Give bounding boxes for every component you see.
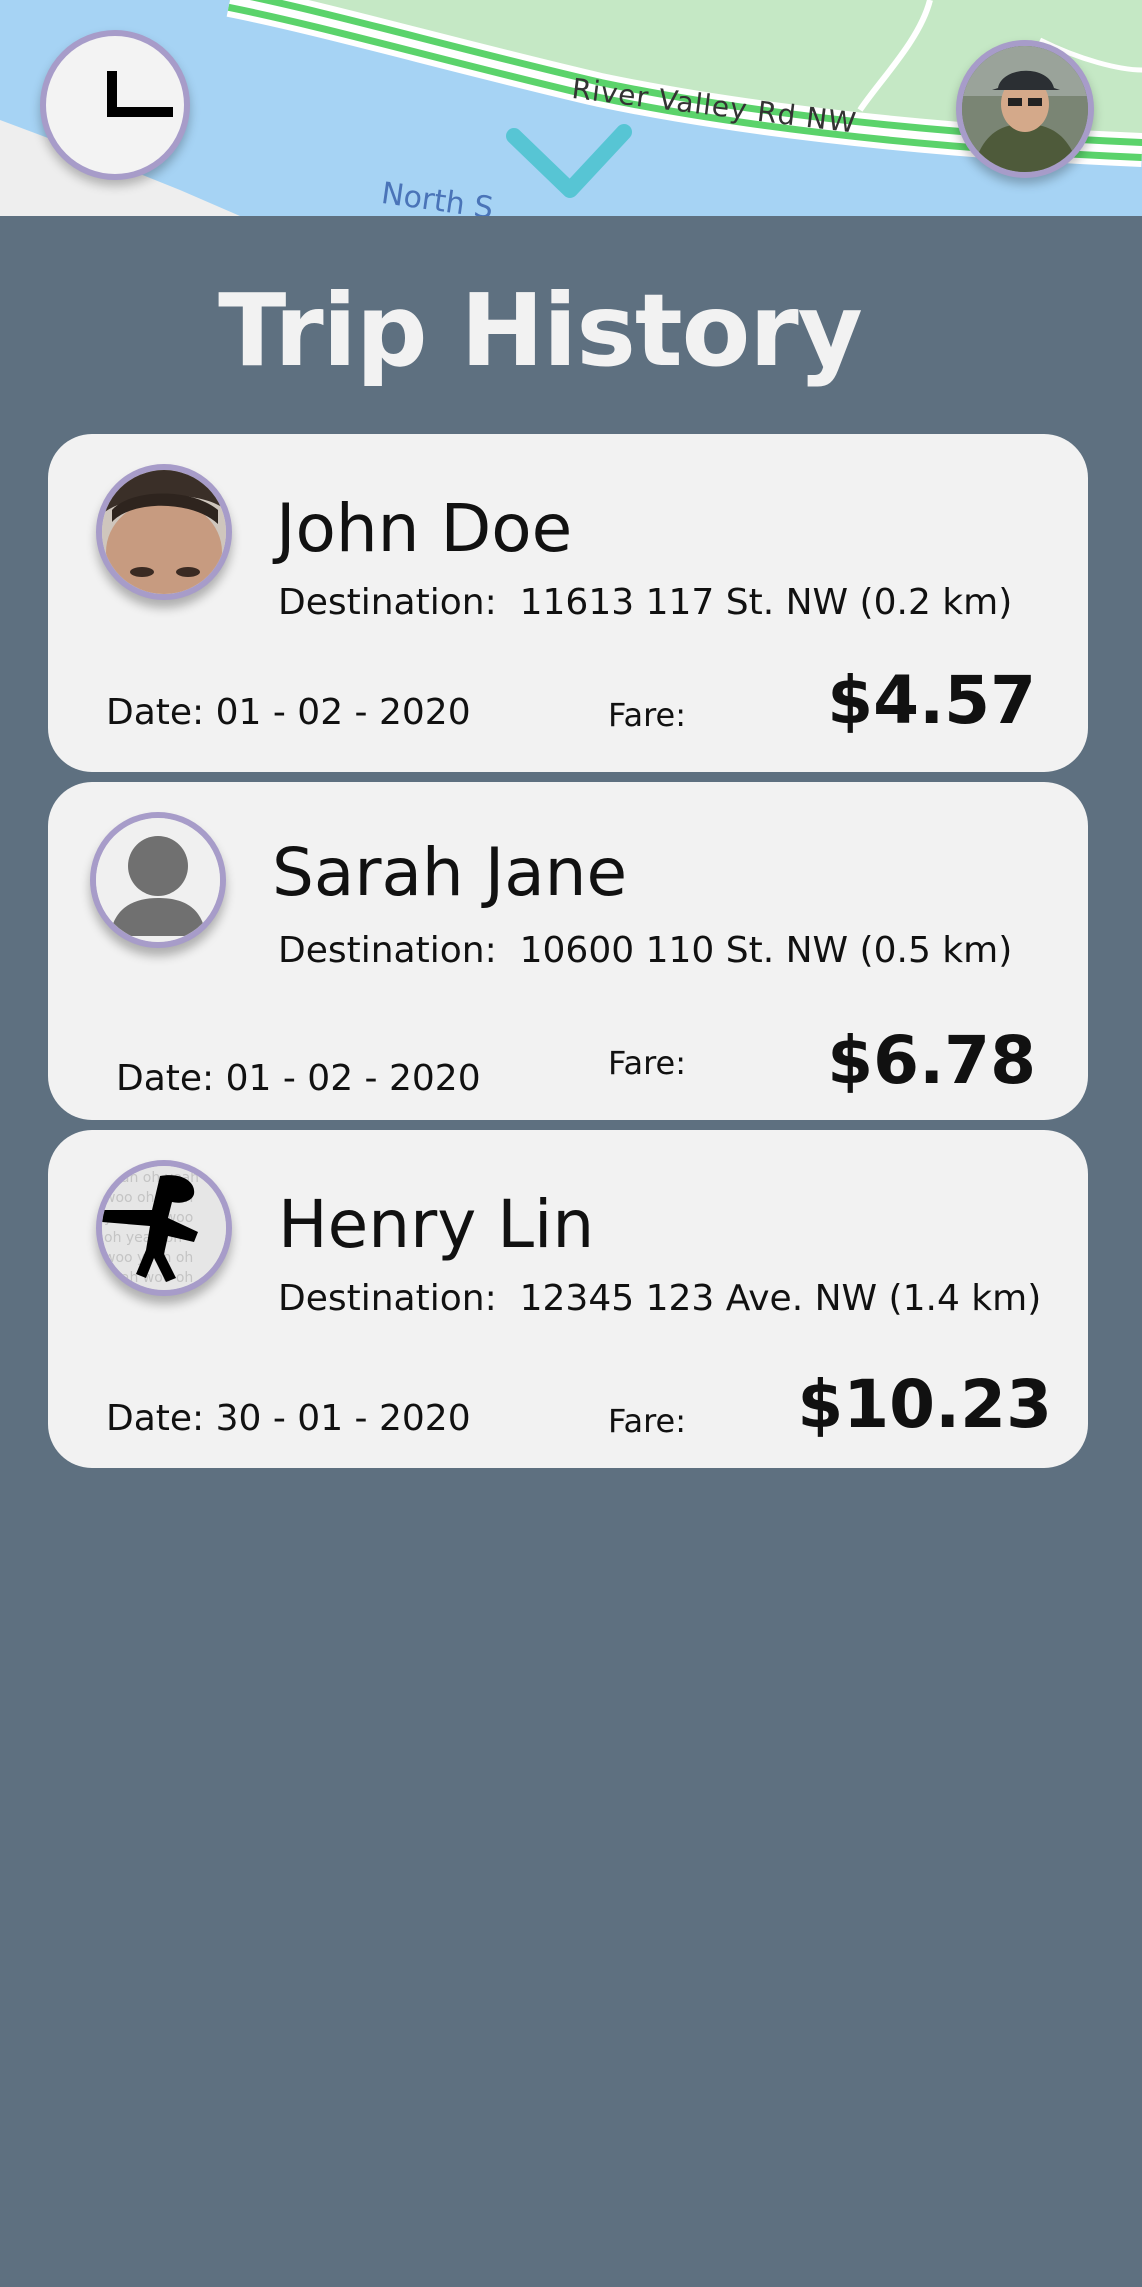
destination-address: 12345 123 Ave. NW (1.4 km) — [519, 1278, 1042, 1319]
destination-text: Destination: 10600 110 St. NW (0.5 km) — [278, 930, 1012, 971]
trip-date: Date: 01 - 02 - 2020 — [106, 692, 471, 733]
destination-text: Destination: 12345 123 Ave. NW (1.4 km) — [278, 1278, 1041, 1319]
destination-address: 11613 117 St. NW (0.2 km) — [519, 582, 1013, 623]
fare-label: Fare: — [608, 696, 686, 734]
page-title: Trip History — [218, 272, 863, 389]
rider-avatar — [96, 464, 232, 600]
collapse-button[interactable] — [500, 118, 640, 208]
rider-avatar — [90, 812, 226, 948]
rider-avatar: yeah oh yeah woo oh yeah yeah oh woo oh … — [96, 1160, 232, 1296]
clock-icon — [107, 71, 173, 117]
fare-label: Fare: — [608, 1044, 686, 1082]
history-button[interactable] — [40, 30, 190, 180]
rider-name: John Doe — [276, 490, 573, 567]
trip-card[interactable]: yeah oh yeah woo oh yeah yeah oh woo oh … — [48, 1130, 1088, 1468]
stick-figure-icon: yeah oh yeah woo oh yeah yeah oh woo oh … — [102, 1166, 226, 1290]
fare-amount: $6.78 — [827, 1022, 1036, 1099]
rider-name: Henry Lin — [278, 1186, 595, 1263]
rider-photo-icon — [102, 470, 226, 594]
trip-card[interactable]: John Doe Destination: 11613 117 St. NW (… — [48, 434, 1088, 772]
destination-label: Destination: — [278, 1278, 497, 1319]
trip-date: Date: 30 - 01 - 2020 — [106, 1398, 471, 1439]
chevron-down-icon — [506, 124, 632, 198]
fare-label: Fare: — [608, 1402, 686, 1440]
destination-label: Destination: — [278, 930, 497, 971]
destination-text: Destination: 11613 117 St. NW (0.2 km) — [278, 582, 1012, 623]
fare-amount: $10.23 — [797, 1366, 1052, 1443]
trip-date: Date: 01 - 02 - 2020 — [116, 1058, 481, 1099]
fare-amount: $4.57 — [827, 662, 1036, 739]
default-user-icon — [96, 818, 220, 942]
trip-card[interactable]: Sarah Jane Destination: 10600 110 St. NW… — [48, 782, 1088, 1120]
svg-text:yeah woo oh: yeah woo oh — [104, 1270, 193, 1286]
profile-avatar-button[interactable] — [956, 40, 1094, 178]
destination-address: 10600 110 St. NW (0.5 km) — [519, 930, 1013, 971]
destination-label: Destination: — [278, 582, 497, 623]
user-avatar — [962, 46, 1088, 172]
rider-name: Sarah Jane — [272, 834, 628, 911]
